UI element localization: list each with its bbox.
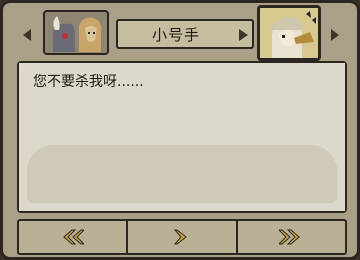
left-arrow-icon[interactable] <box>23 29 31 41</box>
warrior-pair-icon <box>45 12 107 53</box>
trumpeter-icon <box>260 8 318 58</box>
portrait-right[interactable] <box>257 5 321 61</box>
portrait-left[interactable] <box>43 10 109 55</box>
speaker-name: 小号手 <box>151 25 200 44</box>
dialog-controls <box>17 219 347 255</box>
speaker-name-plate[interactable]: 小号手 <box>116 19 254 49</box>
dialog-wave-decoration <box>27 145 337 203</box>
play-button[interactable] <box>126 221 235 253</box>
dialog-panel[interactable]: 您不要杀我呀...... <box>17 61 347 213</box>
dialog-text: 您不要杀我呀...... <box>33 74 144 90</box>
previous-button[interactable] <box>19 221 126 253</box>
fast-forward-button[interactable] <box>235 221 345 253</box>
double-chevron-right-icon <box>279 229 301 245</box>
chevron-right-icon <box>173 229 187 245</box>
right-arrow-icon[interactable] <box>331 29 339 41</box>
dialog-frame: 小号手 您不要杀我呀...... <box>0 0 360 260</box>
double-chevron-left-icon <box>62 229 84 245</box>
chevron-right-icon <box>239 29 248 41</box>
